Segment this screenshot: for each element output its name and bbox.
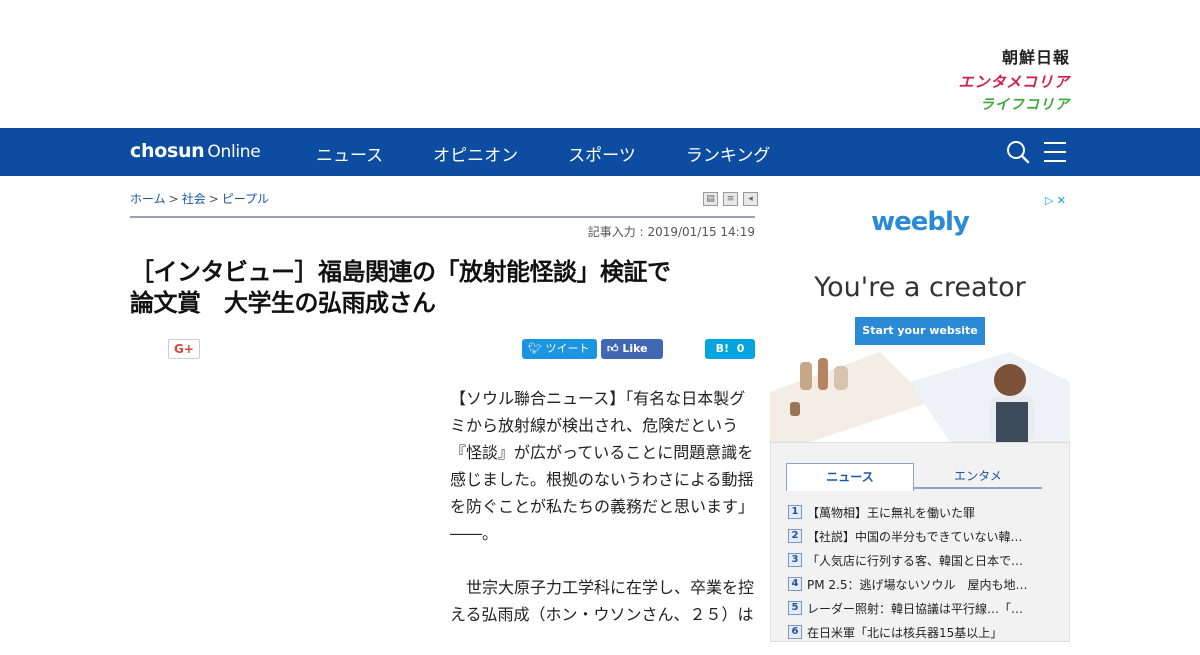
twitter-icon: 🐦︎ <box>528 342 542 355</box>
tweet-button[interactable]: 🐦︎ ツイート <box>522 339 597 359</box>
ranking-item[interactable]: 3 「人気店に行列する客、韓国と日本で… <box>788 548 1063 572</box>
brand-entame-link[interactable]: エンタメコリア <box>958 71 1070 92</box>
ad-cta-button[interactable]: Start your website <box>855 317 985 345</box>
rank-title: 「人気店に行列する客、韓国と日本で… <box>807 553 1024 568</box>
breadcrumb-separator: > <box>208 192 219 206</box>
brand-links: 朝鮮日報 エンタメコリア ライフコリア <box>958 44 1070 114</box>
headline-line-1: ［インタビュー］福島関連の「放射能怪談」検証で <box>130 258 671 286</box>
nav-item-news[interactable]: ニュース <box>316 141 383 166</box>
breadcrumb-separator: > <box>168 192 179 206</box>
brand-chosun-link[interactable]: 朝鮮日報 <box>958 44 1070 68</box>
rank-number: 4 <box>788 577 802 591</box>
header-divider <box>130 216 755 218</box>
article-paragraph: 【ソウル聯合ニュース】「有名な日本製グミから放射線が検出され、危険だという『怪談… <box>450 389 755 543</box>
brand-life-link[interactable]: ライフコリア <box>958 94 1070 114</box>
rank-title: 【萬物相】王に無礼を働いた罪 <box>807 505 976 520</box>
article-headline: ［インタビュー］福島関連の「放射能怪談」検証で 論文賞 大学生の弘雨成さん <box>130 257 755 319</box>
ad-brand: weebly <box>871 207 970 237</box>
menu-icon[interactable] <box>1044 142 1066 162</box>
rank-title: 在日米軍「北には核兵器15基以上」 <box>807 625 1003 640</box>
logo-sub-text: Online <box>207 142 261 162</box>
site-logo[interactable]: chosun Online <box>130 140 261 162</box>
rank-title: レーダー照射：韓日協議は平行線…「… <box>807 601 1024 616</box>
ranking-item[interactable]: 6 在日米軍「北には核兵器15基以上」 <box>788 620 1063 644</box>
hatena-bookmark-button[interactable]: B! 0 <box>705 339 755 359</box>
thumbs-up-icon: 👍︎ <box>607 342 619 355</box>
article-tools: ▤ ≡ ◂ <box>703 192 758 206</box>
breadcrumb-home[interactable]: ホーム <box>130 192 166 206</box>
ranking-item[interactable]: 1 【萬物相】王に無礼を働いた罪 <box>788 500 1063 524</box>
ranking-list: 1 【萬物相】王に無礼を働いた罪 2 【社説】中国の半分もできていない韓… 3 「人気… <box>788 500 1063 644</box>
ad-tagline: You're a creator <box>814 272 1026 303</box>
ad-illustration <box>770 352 1070 442</box>
article-dateline: 記事入力 : 2019/01/15 14:19 <box>587 225 755 239</box>
like-label: Like <box>622 342 648 355</box>
tweet-label: ツイート <box>545 342 590 355</box>
search-icon[interactable] <box>1006 140 1030 164</box>
print-icon[interactable]: ▤ <box>703 192 718 206</box>
headline-line-2: 論文賞 大学生の弘雨成さん <box>130 289 436 317</box>
sidebar-ad[interactable]: ▷ ✕ weebly You're a creator Start your w… <box>770 192 1070 442</box>
breadcrumb-section[interactable]: 社会 <box>182 192 206 206</box>
ranking-item[interactable]: 2 【社説】中国の半分もできていない韓… <box>788 524 1063 548</box>
breadcrumb: ホーム > 社会 > ピープル <box>130 190 269 207</box>
nav-item-sports[interactable]: スポーツ <box>568 141 636 166</box>
back-icon[interactable]: ◂ <box>743 192 758 206</box>
nav-menu: ニュース オピニオン スポーツ ランキング <box>316 141 820 166</box>
google-plus-button[interactable]: G+ <box>168 339 200 359</box>
nav-item-ranking[interactable]: ランキング <box>686 141 771 166</box>
rank-number: 6 <box>788 625 802 639</box>
rank-number: 3 <box>788 553 802 567</box>
ranking-tabs: ニュース エンタメ <box>786 463 1042 491</box>
rank-title: PM 2.5：逃げ場ないソウル 屋内も地… <box>807 577 1028 592</box>
like-count: 0 <box>607 362 615 375</box>
rank-number: 2 <box>788 529 802 543</box>
rank-title: 【社説】中国の半分もできていない韓… <box>807 529 1023 544</box>
hatena-count: 0 <box>736 342 745 355</box>
nav-item-opinion[interactable]: オピニオン <box>433 141 518 166</box>
article-paragraph: 世宗大原子力工学科に在学し、卒業を控える弘雨成（ホン・ウソンさん、２５）は <box>450 578 755 624</box>
tab-news[interactable]: ニュース <box>786 463 914 491</box>
ranking-item[interactable]: 5 レーダー照射：韓日協議は平行線…「… <box>788 596 1063 620</box>
logo-main-text: chosun <box>130 140 205 162</box>
top-brand-bar: 朝鮮日報 エンタメコリア ライフコリア <box>0 0 1200 128</box>
ad-choices-icon[interactable]: ▷ ✕ <box>1045 194 1066 207</box>
facebook-like-button[interactable]: 👍︎ Like 0 <box>601 339 663 375</box>
tab-entame[interactable]: エンタメ <box>914 463 1042 487</box>
article-body: 【ソウル聯合ニュース】「有名な日本製グミから放射線が検出され、危険だという『怪談… <box>450 385 756 655</box>
ranking-item[interactable]: 4 PM 2.5：逃げ場ないソウル 屋内も地… <box>788 572 1063 596</box>
ranking-box: ニュース エンタメ 1 【萬物相】王に無礼を働いた罪 2 【社説】中国の半分もできて… <box>770 442 1070 642</box>
rank-number: 1 <box>788 505 802 519</box>
text-size-icon[interactable]: ≡ <box>723 192 738 206</box>
breadcrumb-subsection[interactable]: ピープル <box>222 192 269 206</box>
rank-number: 5 <box>788 601 802 615</box>
hatena-label: B! <box>715 342 730 355</box>
